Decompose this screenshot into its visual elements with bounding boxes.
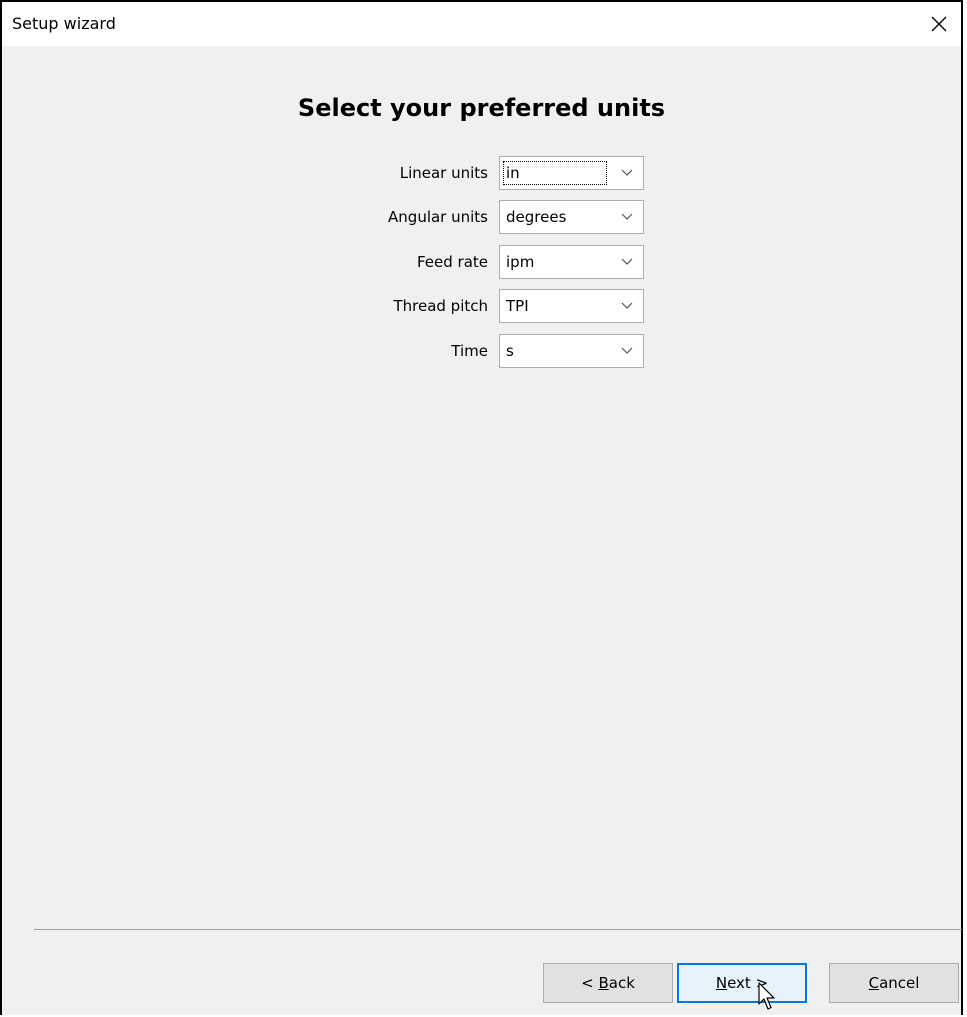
form-row-thread-pitch: Thread pitch TPI — [2, 289, 961, 323]
window-title: Setup wizard — [12, 14, 116, 33]
setup-wizard-window: Setup wizard Select your preferred units… — [0, 0, 963, 1015]
back-button-rest: ack — [608, 974, 635, 992]
back-button-prefix: < — [581, 974, 599, 992]
next-button[interactable]: Next > — [677, 963, 807, 1003]
angular-units-dropdown[interactable]: degrees — [499, 200, 644, 234]
time-value: s — [506, 342, 514, 360]
page-heading: Select your preferred units — [297, 94, 666, 122]
cancel-button-mnemonic: C — [868, 974, 880, 992]
back-button-mnemonic: B — [598, 974, 609, 992]
linear-units-dropdown[interactable]: in — [499, 156, 644, 190]
angular-units-value: degrees — [506, 208, 567, 226]
back-button[interactable]: < Back — [543, 963, 673, 1003]
linear-units-value: in — [506, 164, 520, 182]
feed-rate-dropdown[interactable]: ipm — [499, 245, 644, 279]
time-label: Time — [451, 342, 488, 360]
title-bar: Setup wizard — [2, 2, 961, 46]
time-dropdown[interactable]: s — [499, 334, 644, 368]
chevron-down-icon — [621, 258, 633, 266]
chevron-down-icon — [621, 213, 633, 221]
chevron-down-icon — [621, 169, 633, 177]
thread-pitch-dropdown[interactable]: TPI — [499, 289, 644, 323]
thread-pitch-value: TPI — [506, 297, 529, 315]
form-row-linear-units: Linear units in — [2, 156, 961, 190]
close-icon — [931, 16, 947, 32]
linear-units-label: Linear units — [399, 164, 488, 182]
thread-pitch-label: Thread pitch — [393, 297, 488, 315]
form-row-time: Time s — [2, 334, 961, 368]
cancel-button-rest: ancel — [879, 974, 920, 992]
footer-separator — [34, 929, 962, 930]
cancel-button[interactable]: Cancel — [829, 963, 959, 1003]
feed-rate-value: ipm — [506, 253, 535, 271]
form-row-angular-units: Angular units degrees — [2, 200, 961, 234]
feed-rate-label: Feed rate — [416, 253, 488, 271]
angular-units-label: Angular units — [388, 208, 488, 226]
form-row-feed-rate: Feed rate ipm — [2, 245, 961, 279]
close-button[interactable] — [917, 2, 961, 46]
chevron-down-icon — [621, 347, 633, 355]
next-button-rest: ext > — [727, 974, 769, 992]
chevron-down-icon — [621, 302, 633, 310]
next-button-mnemonic: N — [715, 974, 728, 992]
